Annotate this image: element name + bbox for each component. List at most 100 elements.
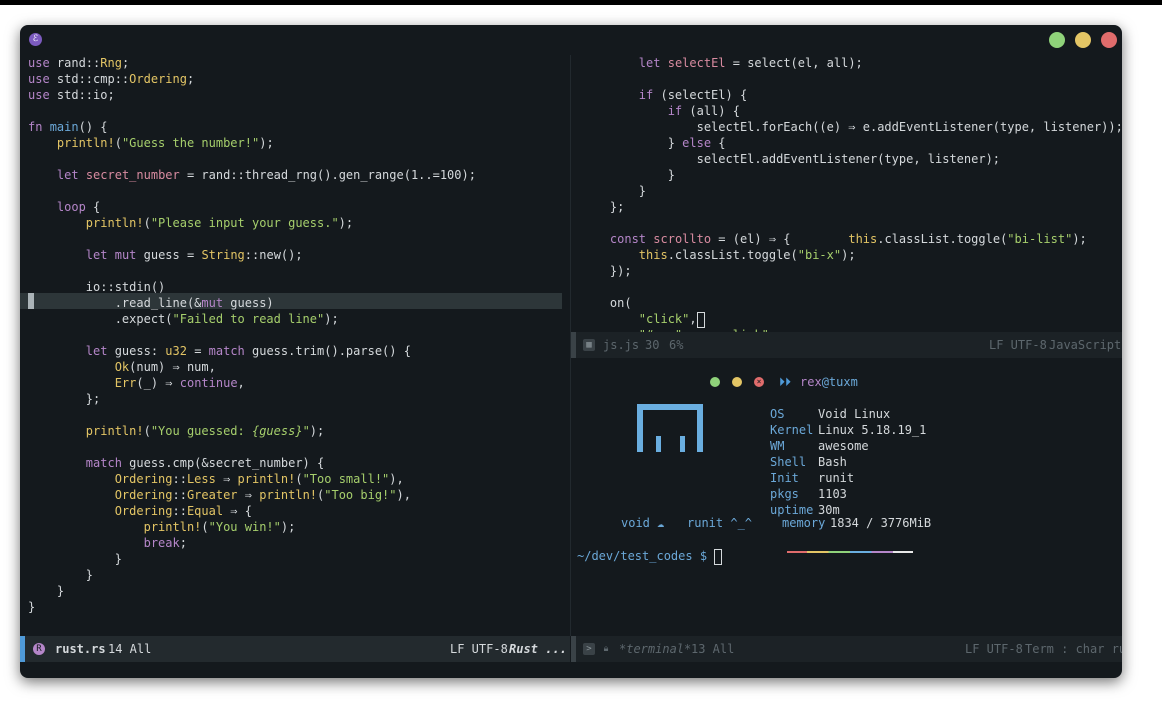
arrow-icon: ⏵⏵ <box>779 375 792 389</box>
code-line: } <box>28 552 122 566</box>
terminal-major-mode[interactable]: Term : char run <box>1025 636 1122 662</box>
rust-position: 14 All <box>108 642 152 656</box>
terminal-encoding: LF UTF-8 <box>965 642 1023 656</box>
code-line: } <box>581 184 647 198</box>
lock-icon: 🔒︎ <box>603 644 609 654</box>
fetch-value: awesome <box>818 439 869 453</box>
code-line: use rand::Rng; <box>28 56 130 70</box>
code-line: Ordering::Greater ⇒ println!("Too big!")… <box>114 488 411 502</box>
rust-filename: rust.rs <box>55 642 106 656</box>
minimize-button[interactable] <box>1075 32 1091 48</box>
fetch-value: runit <box>818 471 855 485</box>
js-modeline[interactable]: ▦ js.js 30 6% LF UTF-8 JavaScript <box>571 332 1122 358</box>
code-line: "click", <box>581 311 705 328</box>
js-line-number: 30 <box>645 338 660 352</box>
js-filename: js.js <box>603 338 640 352</box>
fetch-memory-value: 1834 / 3776MiB <box>830 516 932 530</box>
fetch-value: 1103 <box>818 487 847 501</box>
code-line: use std::io; <box>28 88 115 102</box>
code-line: println!("You guessed: {guess}"); <box>85 424 325 438</box>
code-line: break; <box>143 536 187 550</box>
text-cursor <box>696 311 705 328</box>
code-line: .read_line(&mut guess) <box>28 296 274 310</box>
terminal-pane[interactable]: × ⏵⏵ rex@tuxm OS Void Linux Kernel Linux 5.… <box>571 362 1122 636</box>
js-encoding: LF UTF-8 <box>989 338 1047 352</box>
code-line: println!("You win!"); <box>143 520 296 534</box>
code-line: let mut guess = String::new(); <box>85 248 303 262</box>
code-line: use std::cmp::Ordering; <box>28 72 195 86</box>
js-percent: 6% <box>669 338 684 352</box>
code-line: }; <box>28 392 101 406</box>
code-line: on( <box>581 296 632 310</box>
modeline-indicator <box>20 636 25 662</box>
code-line: selectEl.addEventListener(type, listener… <box>581 152 1001 166</box>
code-line: let guess: u32 = match guess.trim().pars… <box>85 344 411 358</box>
code-line: selectEl.forEach((e) ⇒ e.addEventListene… <box>581 120 1122 134</box>
fetch-key: Kernel <box>770 423 814 437</box>
fetch-key: OS <box>770 407 785 421</box>
code-line: println!("Guess the number!"); <box>56 136 274 150</box>
fetch-user: rex <box>800 375 822 389</box>
modeline-indicator <box>571 636 576 662</box>
code-line: Err(_) ⇒ continue, <box>114 376 245 390</box>
js-major-mode[interactable]: JavaScript <box>1049 332 1121 358</box>
code-line: if (selectEl) { <box>638 88 748 102</box>
fetch-value: Void Linux <box>818 407 891 421</box>
fetch-key: pkgs <box>770 487 799 501</box>
code-line: Ordering::Equal ⇒ { <box>114 504 252 518</box>
void-linux-logo <box>637 404 703 452</box>
code-line: println!("Please input your guess."); <box>85 216 354 230</box>
fetch-host: @tuxm <box>821 375 858 389</box>
code-line: match guess.cmp(&secret_number) { <box>85 456 325 470</box>
fetch-init-label: runit ^_^ <box>687 516 753 530</box>
code-line: fn main() { <box>28 120 108 134</box>
code-line: io::stdin() <box>28 280 166 294</box>
emacs-window: ℰ use rand::Rng; use std::cmp::Ordering; u… <box>20 25 1122 678</box>
fetch-distro-label: void <box>621 516 650 530</box>
prompt-text: ~/dev/test_codes $ <box>577 549 715 563</box>
rust-editor-pane[interactable]: use rand::Rng;use std::cmp::Ordering;use… <box>20 55 570 636</box>
modeline-indicator <box>571 332 576 358</box>
terminal-buffer-name: *terminal* <box>619 642 692 656</box>
code-line: this.classList.toggle("bi-x"); <box>638 248 856 262</box>
fetch-value: Bash <box>818 455 847 469</box>
code-line: .expect("Failed to read line"); <box>28 312 339 326</box>
code-line: Ordering::Less ⇒ println!("Too small!"), <box>114 472 404 486</box>
green-dot-icon <box>710 377 720 387</box>
close-button[interactable] <box>1101 32 1117 48</box>
code-line: } <box>28 584 65 598</box>
rust-major-mode[interactable]: Rust ... <box>509 636 567 662</box>
file-icon: ▦ <box>583 339 595 351</box>
rust-icon: R <box>33 643 45 655</box>
code-line: } <box>28 568 94 582</box>
code-line: if (all) { <box>667 104 740 118</box>
code-line: Ok(num) ⇒ num, <box>114 360 216 374</box>
terminal-modeline[interactable]: > 🔒︎ *terminal* 13 All LF UTF-8 Term : c… <box>571 636 1122 662</box>
title-bar: ℰ <box>20 25 1122 55</box>
js-editor-pane[interactable]: let selectEl = select(el, all); if (sele… <box>571 55 1122 332</box>
color-palette-bar <box>787 551 913 553</box>
code-line: let selectEl = select(el, all); <box>638 56 863 70</box>
fetch-key: Init <box>770 471 799 485</box>
code-line: } <box>581 168 675 182</box>
code-line: }); <box>581 264 632 278</box>
terminal-position: 13 All <box>691 642 735 656</box>
code-line: let secret_number = rand::thread_rng().g… <box>56 168 476 182</box>
maximize-button[interactable] <box>1049 32 1065 48</box>
code-line: } <box>28 600 36 614</box>
shell-prompt[interactable]: ~/dev/test_codes $ <box>577 548 723 565</box>
fetch-header: rex@tuxm <box>800 374 858 390</box>
terminal-icon: > <box>583 643 595 655</box>
close-dot-icon: × <box>754 377 764 387</box>
code-line: loop { <box>56 200 101 214</box>
code-line: const scrollto = (el) ⇒ { this.classList… <box>609 232 1087 246</box>
terminal-cursor <box>714 548 723 565</box>
fetch-key: WM <box>770 439 785 453</box>
yellow-dot-icon <box>732 377 742 387</box>
code-line: }; <box>581 200 625 214</box>
screen-top-edge <box>0 0 1162 5</box>
cloud-icon: ☁ <box>657 516 665 530</box>
rust-modeline[interactable]: R rust.rs 14 All LF UTF-8 Rust ... <box>20 636 570 662</box>
fetch-key: Shell <box>770 455 807 469</box>
rust-encoding: LF UTF-8 <box>450 642 508 656</box>
